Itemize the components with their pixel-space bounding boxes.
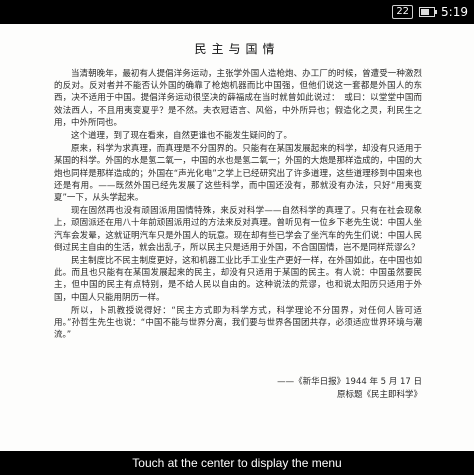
paragraph: 民主制度比不民主制度更好，这和机器工业比手工业生产更好一样，在外国如此，在中国也… <box>54 256 422 303</box>
citation-original-title: 原标题《民主即科学》 <box>336 390 422 400</box>
article-body: 当清朝晚年，最初有人提倡洋务运动，主张学外国人造枪炮、办工厂的时候，曾遭受一种激… <box>54 68 422 342</box>
paragraph: 现在固然再也没有顽固派用国情特殊，来反对科学——自然科学的真理了。只有在社会现象… <box>54 206 422 253</box>
paragraph: 所以，卜凯教授说得好：“民主方式即为科学方式，科学理论不分国界，对任何人皆可适用… <box>54 305 422 341</box>
menu-hint-text: Touch at the center to display the menu <box>132 456 342 470</box>
paragraph: 原来，科学为求真理，而真理是不分国界的。只能有在某国发展起来的科学，却没有只适用… <box>54 144 422 204</box>
paragraph: 当清朝晚年，最初有人提倡洋务运动，主张学外国人造枪炮、办工厂的时候，曾遭受一种激… <box>54 69 422 128</box>
citation-source: ——《新华日报》1944 年 5 月 17 日 <box>277 377 422 387</box>
reader-page[interactable]: 民主与国情 当清朝晚年，最初有人提倡洋务运动，主张学外国人造枪炮、办工厂的时候，… <box>0 24 474 451</box>
battery-icon <box>419 7 438 17</box>
citation: ——《新华日报》1944 年 5 月 17 日 原标题《民主即科学》 <box>277 376 422 402</box>
notification-count-badge[interactable]: 22 <box>392 5 414 19</box>
clock-time: 5:19 <box>441 5 468 19</box>
article-title: 民主与国情 <box>194 42 280 56</box>
paragraph: 这个道理，到了现在看来，自然更谁也不能发生疑问的了。 <box>71 131 293 142</box>
menu-hint-bar[interactable]: Touch at the center to display the menu <box>0 451 474 475</box>
status-bar: 22 5:19 <box>0 0 474 24</box>
status-indicators: 22 5:19 <box>392 0 468 24</box>
